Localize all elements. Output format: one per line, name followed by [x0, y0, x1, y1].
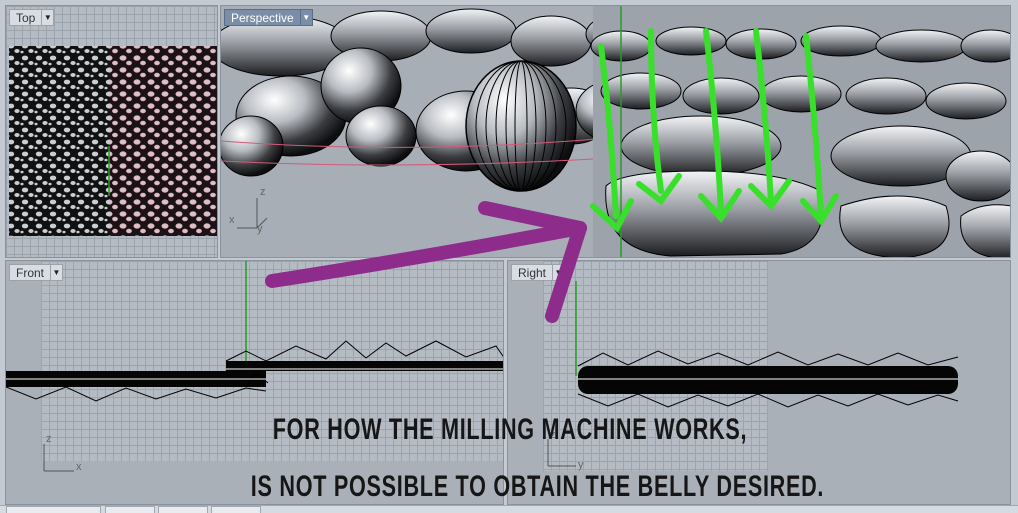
viewport-right-label: Right — [518, 266, 547, 280]
viewport-top[interactable]: Top ▼ — [5, 5, 218, 258]
dropdown-caret-icon[interactable]: ▼ — [41, 10, 53, 25]
viewport-perspective-tab[interactable]: Perspective ▼ — [224, 9, 313, 26]
dropdown-caret-icon[interactable]: ▼ — [552, 265, 564, 280]
dropdown-caret-icon[interactable]: ▼ — [299, 10, 312, 25]
caption-line-2: is not possible to obtain the belly desi… — [250, 470, 825, 503]
viewport-tab-slot[interactable] — [158, 506, 208, 513]
viewport-top-tab[interactable]: Top ▼ — [9, 9, 55, 26]
perspective-axis-y: y — [257, 223, 263, 235]
top-voronoi-pattern — [9, 46, 217, 236]
viewport-front[interactable]: Front ▼ z x — [5, 260, 504, 505]
front-axis-z: z — [46, 433, 52, 445]
perspective-axis-x: x — [229, 214, 235, 226]
perspective-axis-z: z — [260, 186, 266, 198]
perspective-render — [221, 6, 1010, 257]
viewport-tab-slot[interactable] — [6, 506, 101, 513]
front-axis-x: x — [76, 461, 82, 473]
viewport-front-label: Front — [16, 266, 45, 280]
viewport-right[interactable]: Right ▼ z y — [507, 260, 1011, 505]
viewport-tab-slot[interactable] — [211, 506, 261, 513]
viewport-perspective[interactable]: Perspective ▼ z x y — [220, 5, 1011, 258]
viewport-tab-slot[interactable] — [105, 506, 155, 513]
viewport-right-tab[interactable]: Right ▼ — [511, 264, 566, 281]
dropdown-caret-icon[interactable]: ▼ — [50, 265, 62, 280]
caption-line-1: For how the milling machine works, — [272, 413, 748, 446]
viewport-tab-bar — [0, 505, 1018, 513]
perspective-axis-widget — [237, 198, 268, 229]
viewport-perspective-label: Perspective — [231, 11, 294, 25]
viewport-front-tab[interactable]: Front ▼ — [9, 264, 64, 281]
viewport-top-label: Top — [16, 11, 36, 25]
